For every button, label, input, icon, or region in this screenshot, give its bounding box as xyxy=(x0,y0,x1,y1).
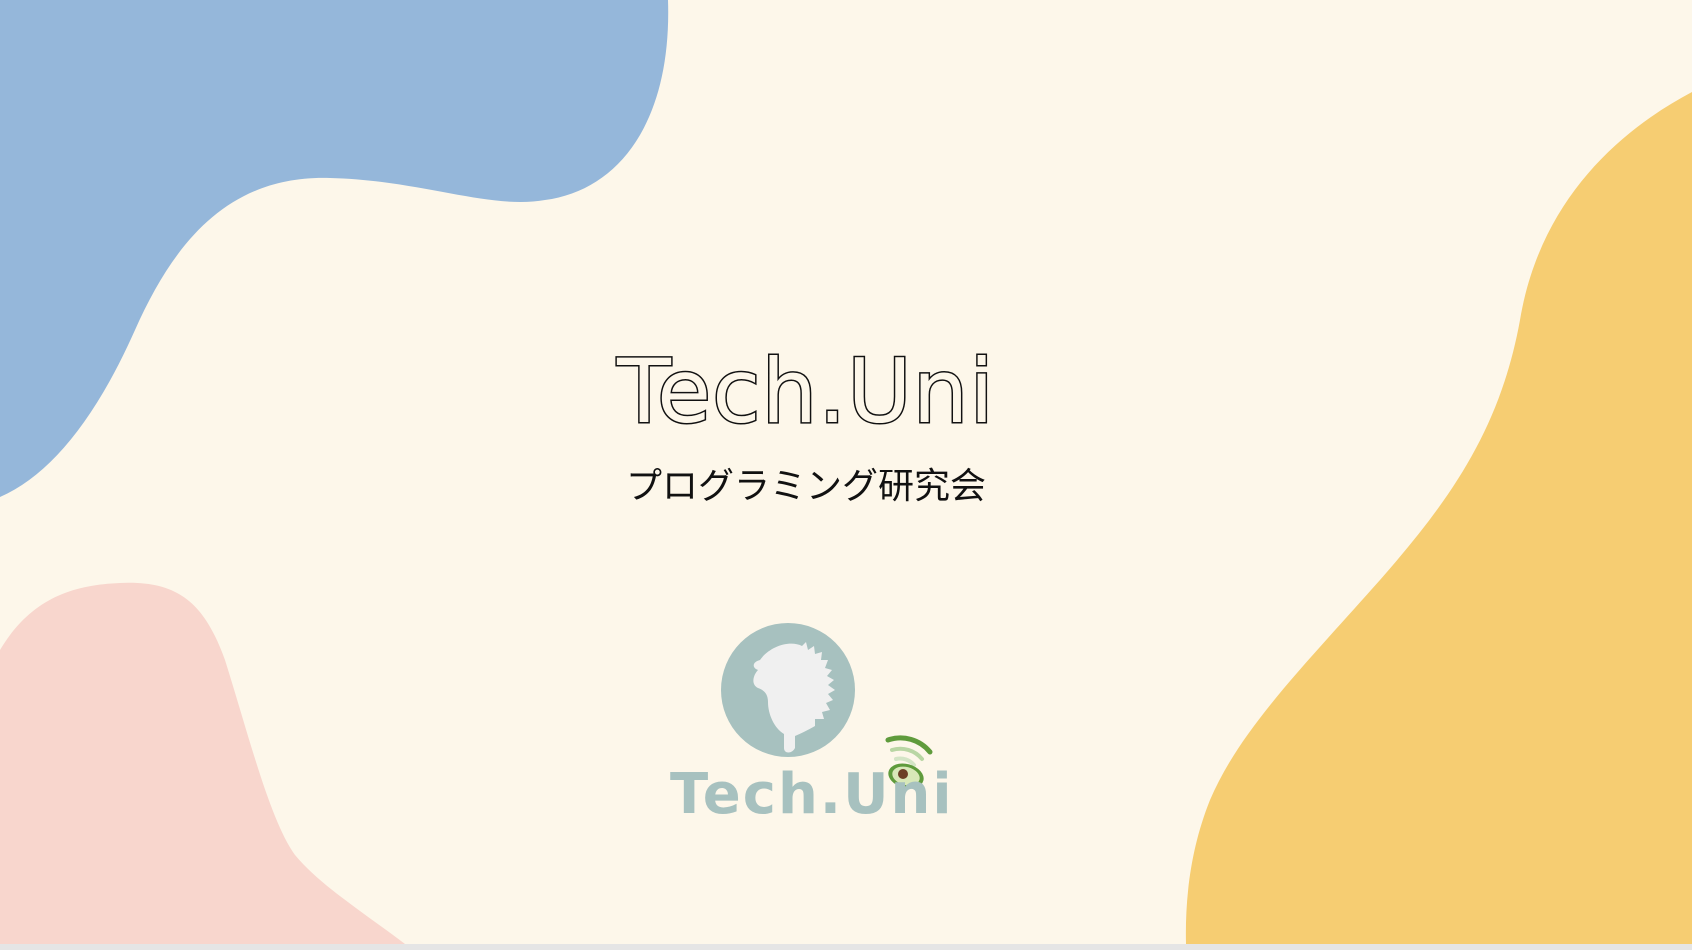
pink-blob xyxy=(0,582,405,944)
presentation-slide: Tech.Uni プログラミング研究会 Tech.Uni xyxy=(0,0,1692,944)
wifi-icon xyxy=(885,735,933,767)
window-bottom-edge xyxy=(0,944,1692,950)
logo-wordmark: Tech.Uni xyxy=(670,762,954,827)
slide-subtitle: プログラミング研究会 xyxy=(625,466,986,507)
slide-title: Tech.Uni xyxy=(616,340,996,443)
tech-uni-logo: Tech.Uni xyxy=(670,623,954,827)
yellow-blob xyxy=(1185,92,1692,944)
